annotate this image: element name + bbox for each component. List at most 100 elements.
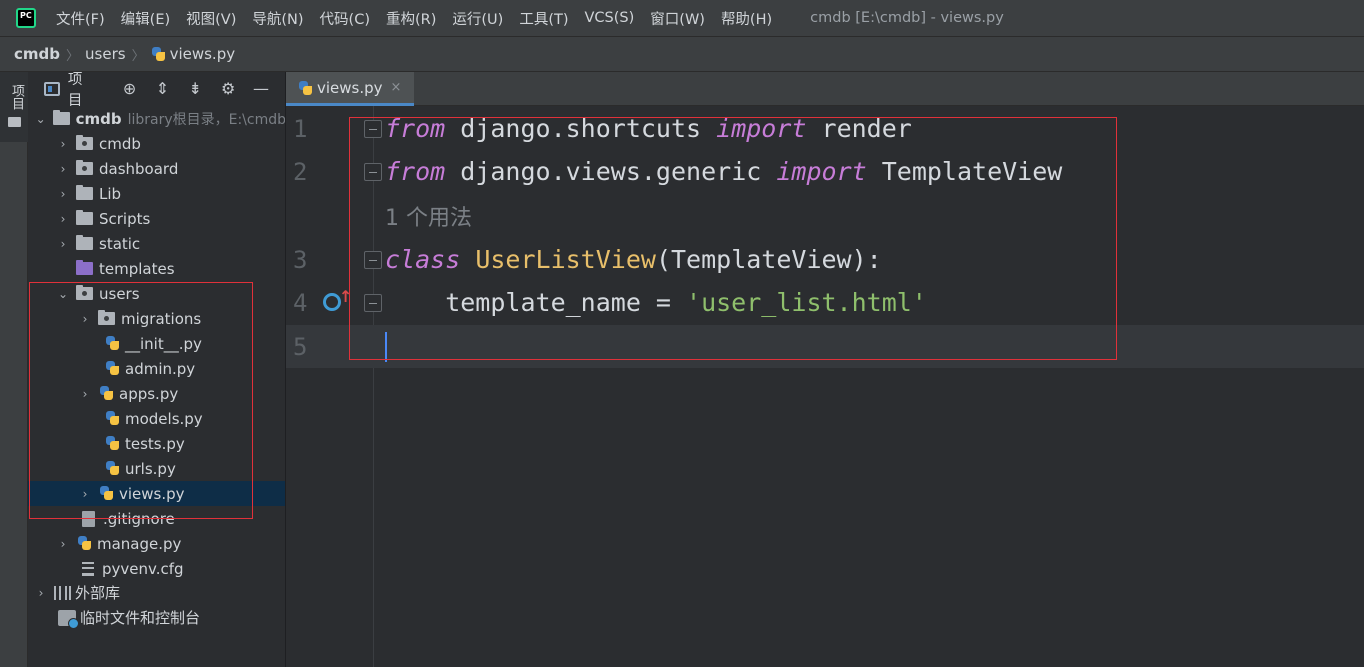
tab-views-py[interactable]: views.py × — [286, 72, 414, 106]
code-line-5[interactable]: 5 — [286, 325, 1364, 368]
hide-panel-icon[interactable]: — — [252, 80, 270, 98]
folder-icon — [98, 310, 115, 325]
usages-inlay-hint[interactable]: 1 个用法 — [385, 200, 472, 232]
menu-file[interactable]: 文件(F) — [56, 8, 105, 29]
tree-item-pyvenv-cfg[interactable]: pyvenv.cfg — [28, 556, 285, 581]
chevron-down-icon[interactable]: ⌄ — [56, 287, 70, 301]
tree-item-lib[interactable]: › Lib — [28, 181, 285, 206]
tree-item-dashboard[interactable]: › dashboard — [28, 156, 285, 181]
tree-item-models-py[interactable]: models.py — [28, 406, 285, 431]
tree-item-label: users — [99, 284, 140, 303]
breadcrumb-item-cmdb[interactable]: cmdb — [14, 45, 60, 63]
tree-item-label: admin.py — [125, 359, 196, 378]
fold-icon[interactable] — [364, 293, 382, 312]
code-text: from django.views.generic import Templat… — [385, 157, 1063, 186]
line-number: 5 — [293, 332, 308, 361]
python-file-icon — [98, 485, 115, 502]
tree-item-label: .gitignore — [103, 509, 175, 528]
tree-item-init-py[interactable]: __init__.py — [28, 331, 285, 356]
fold-icon[interactable] — [364, 250, 382, 269]
project-tool-tab-label: 项目 — [9, 84, 24, 110]
pycharm-logo-icon[interactable]: PC — [16, 8, 36, 28]
menu-refactor[interactable]: 重构(R) — [386, 8, 436, 29]
menu-edit[interactable]: 编辑(E) — [121, 8, 170, 29]
menu-help[interactable]: 帮助(H) — [721, 8, 772, 29]
tree-item-urls-py[interactable]: urls.py — [28, 456, 285, 481]
fold-icon[interactable] — [364, 119, 382, 138]
tree-item-manage-py[interactable]: › manage.py — [28, 531, 285, 556]
python-file-icon — [298, 80, 313, 96]
code-editor[interactable]: 1 from django.shortcuts import render 2 … — [286, 106, 1364, 667]
usage-hint-line: 1 个用法 — [286, 194, 1364, 237]
window-title: cmdb [E:\cmdb] - views.py — [810, 10, 1004, 26]
tree-item-external-libraries[interactable]: › 外部库 — [28, 580, 285, 605]
folder-icon — [8, 117, 21, 127]
tree-item-root[interactable]: ⌄ cmdb library根目录，E:\cmdb — [28, 106, 285, 131]
tree-item-apps-py[interactable]: › apps.py — [28, 381, 285, 406]
chevron-right-icon[interactable]: › — [56, 187, 70, 201]
tree-item-tests-py[interactable]: tests.py — [28, 431, 285, 456]
code-text: template_name = 'user_list.html' — [385, 288, 927, 317]
chevron-right-icon[interactable]: › — [78, 312, 92, 326]
chevron-right-icon[interactable]: › — [78, 487, 92, 501]
python-file-icon — [104, 435, 121, 452]
code-text: class UserListView(TemplateView): — [385, 245, 882, 274]
tree-item-label: cmdb — [75, 109, 122, 128]
python-file-icon — [151, 46, 166, 62]
menu-code[interactable]: 代码(C) — [320, 8, 370, 29]
code-line-4[interactable]: 4 ↑ template_name = 'user_list.html' — [286, 281, 1364, 324]
line-number: 2 — [293, 157, 308, 186]
chevron-right-icon[interactable]: › — [56, 537, 70, 551]
editor-tab-bar: views.py × — [286, 72, 1364, 106]
folder-icon — [76, 210, 93, 225]
breadcrumb-separator: 〉 — [66, 48, 80, 64]
collapse-all-icon[interactable]: ⇟ — [186, 80, 204, 98]
code-line-3[interactable]: 3 class UserListView(TemplateView): — [286, 238, 1364, 281]
project-panel: 项目 ⊕ ⇕ ⇟ ⚙ — ⌄ cmdb library根目录，E:\cmdb ›… — [28, 72, 286, 667]
menu-vcs[interactable]: VCS(S) — [585, 10, 635, 26]
menu-run[interactable]: 运行(U) — [452, 8, 503, 29]
menu-tools[interactable]: 工具(T) — [519, 8, 568, 29]
chevron-right-icon[interactable]: › — [56, 212, 70, 226]
tree-item-label: cmdb — [99, 134, 141, 153]
code-line-1[interactable]: 1 from django.shortcuts import render — [286, 107, 1364, 150]
tree-item-admin-py[interactable]: admin.py — [28, 356, 285, 381]
chevron-right-icon[interactable]: › — [34, 586, 48, 600]
tree-item-label: manage.py — [97, 534, 182, 553]
chevron-right-icon[interactable]: › — [56, 162, 70, 176]
tree-item-migrations[interactable]: › migrations — [28, 306, 285, 331]
breadcrumb-item-users[interactable]: users — [85, 45, 126, 63]
locate-file-icon[interactable]: ⊕ — [121, 80, 139, 98]
tree-item-templates[interactable]: › templates — [28, 256, 285, 281]
tree-item-views-py[interactable]: › views.py — [28, 481, 285, 506]
tree-item-scripts[interactable]: › Scripts — [28, 206, 285, 231]
code-line-2[interactable]: 2 from django.views.generic import Templ… — [286, 150, 1364, 193]
project-view-selector[interactable]: 项目 — [68, 72, 97, 110]
folder-icon — [76, 185, 93, 200]
tree-item-cmdb[interactable]: › cmdb — [28, 131, 285, 156]
tree-item-gitignore[interactable]: .gitignore — [28, 506, 285, 531]
chevron-down-icon[interactable]: ⌄ — [34, 112, 47, 126]
breadcrumb-item-views[interactable]: views.py — [170, 45, 236, 63]
gear-icon[interactable]: ⚙ — [219, 80, 237, 98]
chevron-right-icon[interactable]: › — [56, 137, 70, 151]
chevron-right-icon[interactable]: › — [56, 237, 70, 251]
project-tool-tab[interactable]: 项目 — [0, 72, 28, 142]
ignore-file-icon — [82, 510, 95, 527]
tree-item-users[interactable]: ⌄ users — [28, 281, 285, 306]
tree-item-static[interactable]: › static — [28, 231, 285, 256]
config-file-icon — [82, 561, 94, 576]
expand-all-icon[interactable]: ⇕ — [154, 80, 172, 98]
menu-window[interactable]: 窗口(W) — [650, 8, 705, 29]
tree-item-scratches[interactable]: 临时文件和控制台 — [28, 605, 285, 630]
tree-item-label: 临时文件和控制台 — [80, 609, 201, 627]
chevron-right-icon[interactable]: › — [78, 387, 92, 401]
menu-view[interactable]: 视图(V) — [186, 8, 236, 29]
folder-icon — [76, 135, 93, 150]
close-icon[interactable]: × — [391, 80, 402, 95]
project-panel-header: 项目 ⊕ ⇕ ⇟ ⚙ — — [28, 72, 285, 109]
fold-icon[interactable] — [364, 162, 382, 181]
tree-item-label: 外部库 — [75, 584, 121, 602]
tree-item-label: tests.py — [125, 434, 185, 453]
menu-navigate[interactable]: 导航(N) — [252, 8, 303, 29]
